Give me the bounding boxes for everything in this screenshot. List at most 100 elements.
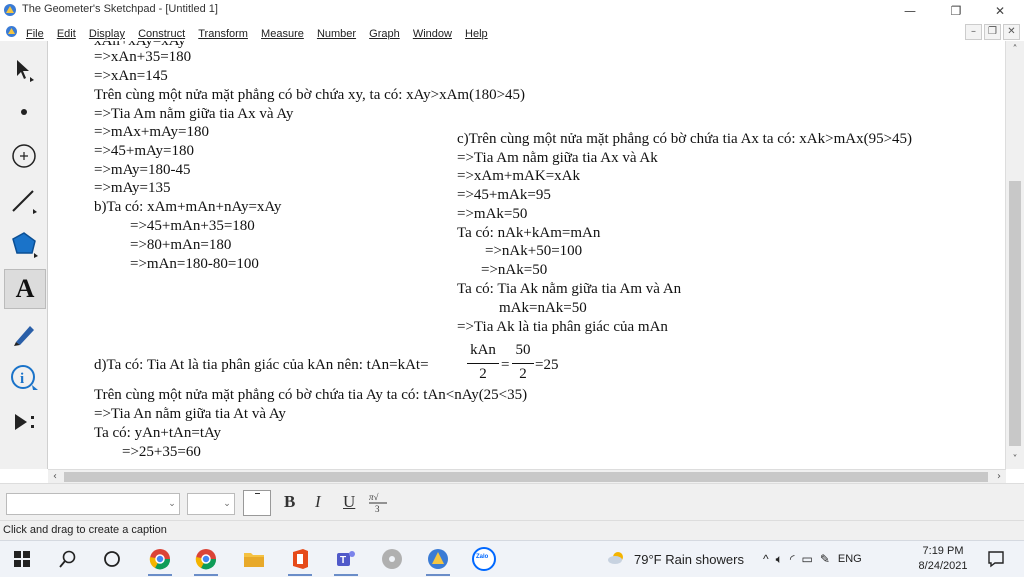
minimize-button[interactable]: — xyxy=(888,0,932,22)
polygon-tool[interactable] xyxy=(4,225,44,263)
taskbar-chrome-profile[interactable] xyxy=(140,541,180,577)
caption-line[interactable]: =>xAm+mAK=xAk xyxy=(457,167,580,185)
doc-restore-button[interactable]: ❐ xyxy=(984,24,1001,40)
doc-minimize-button[interactable]: – xyxy=(965,24,982,40)
menu-edit[interactable]: Edit xyxy=(53,26,80,42)
marker-tool[interactable] xyxy=(4,315,44,353)
taskbar-sketchpad[interactable] xyxy=(418,541,458,577)
caption-line[interactable]: c)Trên cùng một nửa mặt phẳng có bờ chứa… xyxy=(457,130,912,148)
caption-line[interactable]: Trên cùng một nửa mặt phẳng có bờ chứa t… xyxy=(94,386,527,404)
caption-line[interactable]: =>Tia Ak là tia phân giác của mAn xyxy=(457,318,668,336)
taskbar-chrome[interactable] xyxy=(186,541,226,577)
caption-line[interactable]: Trên cùng một nửa mặt phẳng có bờ chứa x… xyxy=(94,86,525,104)
menu-graph[interactable]: Graph xyxy=(365,26,404,42)
start-button[interactable] xyxy=(2,541,42,577)
caption-line[interactable]: Ta có: yAn+tAn=tAy xyxy=(94,424,221,442)
caption-line[interactable]: =>mAy=180-45 xyxy=(94,161,191,179)
scroll-right-arrow-icon[interactable]: › xyxy=(992,470,1006,484)
weather-text: 79°F Rain showers xyxy=(634,551,744,567)
caption-line[interactable]: Ta có: Tia Ak nằm giữa tia Am và An xyxy=(457,280,681,298)
weather-widget[interactable]: 79°F Rain showers xyxy=(606,541,744,577)
taskbar-file-explorer[interactable] xyxy=(234,541,274,577)
document-window-buttons: – ❐ ✕ xyxy=(963,24,1020,40)
information-tool[interactable]: i xyxy=(4,359,44,397)
maximize-button[interactable]: ❐ xyxy=(934,0,978,22)
battery-icon[interactable]: ▭ xyxy=(802,552,813,566)
volume-icon[interactable]: 🔈︎ xyxy=(776,552,783,567)
horizontal-scroll-thumb[interactable] xyxy=(64,472,988,482)
caption-line[interactable]: =>nAk+50=100 xyxy=(485,242,582,260)
fraction-denominator: 2 xyxy=(479,366,487,382)
caption-line[interactable]: =>Tia Am nằm giữa tia Ax và Ak xyxy=(457,149,658,167)
caption-line[interactable]: =>25+35=60 xyxy=(122,443,201,461)
menu-number[interactable]: Number xyxy=(313,26,360,42)
sketch-canvas[interactable]: xAn+xAy=xAy =>xAn+35=180 =>xAn=145 Trên … xyxy=(48,41,1006,469)
math-format-icon[interactable]: π√ 3 xyxy=(367,490,389,514)
show-hidden-icons-icon[interactable]: ^ xyxy=(763,552,769,566)
pen-icon[interactable]: ✎ xyxy=(820,552,830,566)
taskbar: T Zalo 79°F Rain showers ^ 🔈︎ ◜ ▭ ✎ ENG … xyxy=(0,540,1024,577)
vertical-scroll-thumb[interactable] xyxy=(1009,181,1021,446)
custom-tool[interactable] xyxy=(4,403,44,441)
wifi-icon[interactable]: ◜ xyxy=(790,552,795,566)
scroll-down-arrow-icon[interactable]: ˅ xyxy=(1006,453,1024,467)
caption-line[interactable]: =>45+mAy=180 xyxy=(94,142,194,160)
caption-line[interactable]: =>mAk=50 xyxy=(457,205,527,223)
caption-line[interactable]: mAk=nAk=50 xyxy=(499,299,587,317)
horizontal-scrollbar[interactable]: ‹ › xyxy=(48,469,1006,484)
caption-line[interactable]: =>mAy=135 xyxy=(94,179,171,197)
font-size-select[interactable]: ⌄ xyxy=(187,493,235,515)
italic-button[interactable]: I xyxy=(315,492,321,512)
doc-close-button[interactable]: ✕ xyxy=(1003,24,1020,40)
scroll-left-arrow-icon[interactable]: ‹ xyxy=(48,470,62,484)
caption-line[interactable]: =>xAn+35=180 xyxy=(94,48,191,66)
menu-display[interactable]: Display xyxy=(85,26,129,42)
chrome-icon xyxy=(195,549,217,570)
taskbar-zalo[interactable]: Zalo xyxy=(464,541,504,577)
caption-line[interactable]: =>nAk=50 xyxy=(481,261,547,279)
search-button[interactable] xyxy=(48,541,88,577)
title-bar: The Geometer's Sketchpad - [Untitled 1] … xyxy=(0,0,1024,22)
caption-line[interactable]: =>45+mAn+35=180 xyxy=(130,217,255,235)
point-tool[interactable] xyxy=(4,93,44,131)
caption-line[interactable]: b)Ta có: xAm+mAn+nAy=xAy xyxy=(94,198,281,216)
vertical-scrollbar[interactable]: ˄ ˅ xyxy=(1005,41,1024,469)
compass-tool[interactable] xyxy=(4,137,44,175)
taskbar-media-player[interactable] xyxy=(372,541,412,577)
underline-button[interactable]: U xyxy=(343,492,355,512)
caption-line[interactable]: =>mAx+mAy=180 xyxy=(94,123,209,141)
caption-line-d[interactable]: d)Ta có: Tia At là tia phân giác của kAn… xyxy=(94,356,429,374)
menu-file[interactable]: File xyxy=(22,26,48,42)
caption-line[interactable]: =>mAn=180-80=100 xyxy=(130,255,259,273)
status-bar: Click and drag to create a caption xyxy=(0,520,1024,541)
menu-help[interactable]: Help xyxy=(461,26,492,42)
arrow-tool[interactable] xyxy=(4,51,44,89)
fraction-bar xyxy=(467,363,499,364)
taskbar-office[interactable] xyxy=(280,541,320,577)
caption-line[interactable]: =>Tia Am nằm giữa tia Ax và Ay xyxy=(94,105,293,123)
information-icon: i xyxy=(11,365,38,390)
caption-line[interactable]: =>80+mAn=180 xyxy=(130,236,231,254)
taskbar-clock[interactable]: 7:19 PM 8/24/2021 xyxy=(910,544,976,574)
language-indicator[interactable]: ENG xyxy=(838,553,862,565)
clock-time: 7:19 PM xyxy=(922,545,964,557)
text-color-button[interactable] xyxy=(243,490,271,516)
straightedge-tool[interactable] xyxy=(4,181,44,219)
menu-construct[interactable]: Construct xyxy=(134,26,189,42)
scroll-up-arrow-icon[interactable]: ˄ xyxy=(1006,43,1024,57)
menu-window[interactable]: Window xyxy=(409,26,456,42)
menu-measure[interactable]: Measure xyxy=(257,26,308,42)
caption-line[interactable]: =>Tia An nằm giữa tia At và Ay xyxy=(94,405,286,423)
font-family-select[interactable]: ⌄ xyxy=(6,493,180,515)
caption-line[interactable]: =>xAn=145 xyxy=(94,67,168,85)
caption-line[interactable]: =>45+mAk=95 xyxy=(457,186,551,204)
notification-button[interactable] xyxy=(976,541,1016,577)
task-view-button[interactable] xyxy=(92,541,132,577)
caption-line[interactable]: Ta có: nAk+kAm=mAn xyxy=(457,224,600,242)
menu-transform[interactable]: Transform xyxy=(194,26,252,42)
close-button[interactable]: ✕ xyxy=(978,0,1022,22)
document-icon[interactable] xyxy=(5,25,18,38)
bold-button[interactable]: B xyxy=(284,492,295,512)
taskbar-teams[interactable]: T xyxy=(326,541,366,577)
text-tool[interactable]: A xyxy=(4,269,46,309)
